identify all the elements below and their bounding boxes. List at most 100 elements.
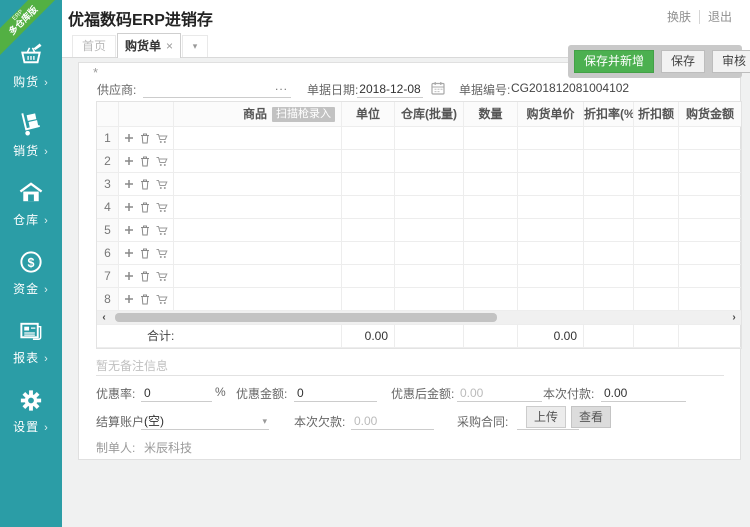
cell-warehouse[interactable] <box>395 219 464 242</box>
sidebar-item-reports[interactable]: 报表› <box>0 316 62 385</box>
payment-input[interactable]: 0.00 <box>601 385 686 402</box>
cell-product[interactable] <box>174 219 342 242</box>
cell-amount[interactable] <box>679 219 741 242</box>
calendar-icon[interactable] <box>431 81 445 98</box>
supplier-lookup-button[interactable]: ... <box>275 79 288 93</box>
discount-amount-input[interactable]: 0 <box>294 385 377 402</box>
add-row-icon[interactable] <box>124 156 134 166</box>
cell-discount-amount[interactable] <box>634 196 679 219</box>
cell-qty[interactable] <box>464 288 518 311</box>
date-input[interactable]: 2018-12-08 <box>357 81 423 98</box>
add-row-icon[interactable] <box>124 248 134 258</box>
debt-input[interactable]: 0.00 <box>351 413 434 430</box>
cell-discount-rate[interactable] <box>584 127 634 150</box>
logout-link[interactable]: 退出 <box>699 10 740 24</box>
cell-discount-rate[interactable] <box>584 242 634 265</box>
cell-unit[interactable] <box>342 242 395 265</box>
cell-product[interactable] <box>174 288 342 311</box>
delete-row-icon[interactable] <box>140 271 150 282</box>
close-tab-icon[interactable]: × <box>166 39 173 53</box>
delete-row-icon[interactable] <box>140 294 150 305</box>
tab-dropdown-icon[interactable]: ▾ <box>182 35 208 57</box>
sidebar-item-sales[interactable]: 销货› <box>0 109 62 178</box>
cell-discount-rate[interactable] <box>584 265 634 288</box>
scroll-left-icon[interactable]: ‹ <box>97 311 111 324</box>
cell-discount-rate[interactable] <box>584 219 634 242</box>
cell-discount-amount[interactable] <box>634 127 679 150</box>
scan-gun-entry-badge[interactable]: 扫描枪录入 <box>272 107 335 122</box>
upload-button[interactable]: 上传 <box>526 406 566 428</box>
cart-icon[interactable] <box>156 133 168 144</box>
cell-discount-amount[interactable] <box>634 242 679 265</box>
change-skin-link[interactable]: 换肤 <box>659 10 699 24</box>
add-row-icon[interactable] <box>124 133 134 143</box>
cart-icon[interactable] <box>156 225 168 236</box>
cell-amount[interactable] <box>679 242 741 265</box>
supplier-input[interactable] <box>143 81 291 98</box>
cell-discount-amount[interactable] <box>634 150 679 173</box>
cell-price[interactable] <box>518 265 584 288</box>
tab-purchase-order[interactable]: 购货单× <box>117 33 181 58</box>
discount-rate-input[interactable]: 0 <box>141 385 212 402</box>
cell-amount[interactable] <box>679 288 741 311</box>
cell-amount[interactable] <box>679 173 741 196</box>
cell-warehouse[interactable] <box>395 173 464 196</box>
cell-discount-rate[interactable] <box>584 196 634 219</box>
cell-qty[interactable] <box>464 150 518 173</box>
sidebar-item-purchase[interactable]: 购货› <box>0 40 62 109</box>
cart-icon[interactable] <box>156 179 168 190</box>
cell-product[interactable] <box>174 242 342 265</box>
sidebar-item-settings[interactable]: 设置› <box>0 385 62 454</box>
add-row-icon[interactable] <box>124 294 134 304</box>
remark-empty-text[interactable]: 暂无备注信息 <box>96 357 168 374</box>
cell-product[interactable] <box>174 173 342 196</box>
cell-price[interactable] <box>518 196 584 219</box>
cell-discount-rate[interactable] <box>584 150 634 173</box>
cell-warehouse[interactable] <box>395 127 464 150</box>
sidebar-item-warehouse[interactable]: 仓库› <box>0 178 62 247</box>
cell-price[interactable] <box>518 127 584 150</box>
cell-qty[interactable] <box>464 219 518 242</box>
cell-product[interactable] <box>174 265 342 288</box>
tab-home[interactable]: 首页 <box>72 35 116 57</box>
cell-qty[interactable] <box>464 127 518 150</box>
cart-icon[interactable] <box>156 156 168 167</box>
cell-warehouse[interactable] <box>395 150 464 173</box>
cell-product[interactable] <box>174 127 342 150</box>
cell-discount-amount[interactable] <box>634 265 679 288</box>
delete-row-icon[interactable] <box>140 202 150 213</box>
cell-amount[interactable] <box>679 196 741 219</box>
add-row-icon[interactable] <box>124 179 134 189</box>
cell-amount[interactable] <box>679 265 741 288</box>
cell-warehouse[interactable] <box>395 242 464 265</box>
add-row-icon[interactable] <box>124 225 134 235</box>
cell-price[interactable] <box>518 219 584 242</box>
cell-unit[interactable] <box>342 127 395 150</box>
delete-row-icon[interactable] <box>140 248 150 259</box>
cell-discount-rate[interactable] <box>584 173 634 196</box>
asterisk-icon[interactable]: * <box>93 65 98 80</box>
view-button[interactable]: 查看 <box>571 406 611 428</box>
cell-unit[interactable] <box>342 150 395 173</box>
cell-unit[interactable] <box>342 288 395 311</box>
add-row-icon[interactable] <box>124 202 134 212</box>
cell-price[interactable] <box>518 288 584 311</box>
cell-discount-amount[interactable] <box>634 288 679 311</box>
cell-product[interactable] <box>174 196 342 219</box>
cell-discount-rate[interactable] <box>584 288 634 311</box>
cell-unit[interactable] <box>342 219 395 242</box>
delete-row-icon[interactable] <box>140 179 150 190</box>
cell-amount[interactable] <box>679 127 741 150</box>
settlement-account-select[interactable]: (空)▾ <box>141 413 269 430</box>
cart-icon[interactable] <box>156 294 168 305</box>
cell-qty[interactable] <box>464 196 518 219</box>
add-row-icon[interactable] <box>124 271 134 281</box>
scrollbar-track[interactable] <box>111 311 727 324</box>
cell-product[interactable] <box>174 150 342 173</box>
cell-qty[interactable] <box>464 173 518 196</box>
cell-unit[interactable] <box>342 173 395 196</box>
cell-price[interactable] <box>518 173 584 196</box>
cart-icon[interactable] <box>156 271 168 282</box>
scrollbar-thumb[interactable] <box>115 313 497 322</box>
cell-discount-amount[interactable] <box>634 173 679 196</box>
